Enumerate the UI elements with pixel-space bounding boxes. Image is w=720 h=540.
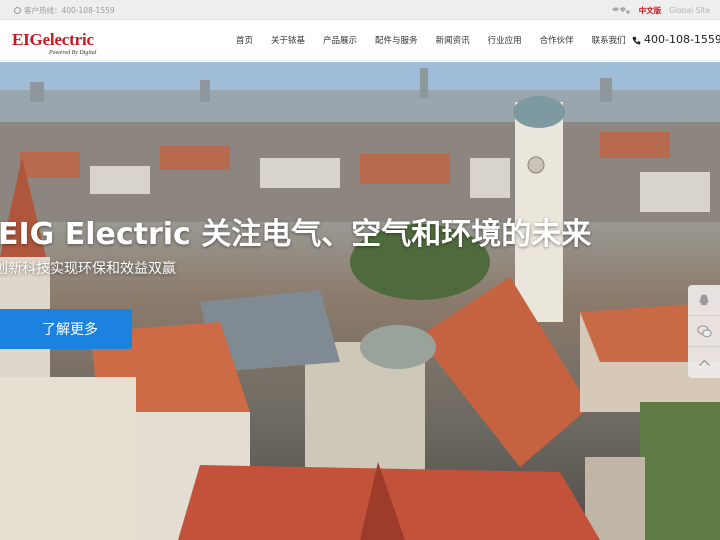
hero-banner: EIG Electric 关注电气、空气和环境的未来 创新科技实现环保和效益双赢… (0, 62, 720, 540)
wechat-widget[interactable] (688, 316, 720, 347)
hotline: 客户热线：400-108-1559 (14, 5, 115, 16)
lang-cn-link[interactable]: 中文版 (639, 5, 662, 16)
language-switcher: 中文版 Global Site (611, 5, 710, 16)
nav-item-contact[interactable]: 联系我们 (592, 34, 626, 46)
lang-en-link[interactable]: Global Site (669, 6, 710, 15)
world-map-icon (611, 6, 631, 15)
nav-item-about[interactable]: 关于铱基 (271, 34, 305, 46)
qq-icon (699, 294, 709, 306)
city-skyline-image (0, 62, 720, 540)
header-phone-number: 400-108-1559 (644, 33, 720, 46)
nav-item-service[interactable]: 配件与服务 (375, 34, 418, 46)
back-to-top-widget[interactable] (688, 347, 720, 378)
nav-item-home[interactable]: 首页 (236, 34, 253, 46)
logo-tagline: Powered By Digital (49, 50, 97, 56)
header-phone: 400-108-1559 (632, 33, 720, 46)
hotline-text: 客户热线：400-108-1559 (24, 6, 115, 15)
telephone-icon (632, 35, 641, 45)
nav-item-products[interactable]: 产品展示 (323, 34, 357, 46)
logo-text: EIGelectric (12, 30, 94, 49)
chevron-up-icon (698, 359, 710, 366)
nav-item-news[interactable]: 新闻资讯 (436, 34, 470, 46)
qq-widget[interactable] (688, 285, 720, 316)
nav-item-applications[interactable]: 行业应用 (488, 34, 522, 46)
site-header: EIGelectric Powered By Digital 首页 关于铱基 产… (0, 20, 720, 61)
phone-icon (14, 7, 21, 14)
hero-subline: 创新科技实现环保和效益双赢 (0, 261, 176, 277)
wechat-icon (696, 324, 712, 337)
nav-item-partners[interactable]: 合作伙伴 (540, 34, 574, 46)
main-nav: 首页 关于铱基 产品展示 配件与服务 新闻资讯 行业应用 合作伙伴 联系我们 (236, 34, 626, 46)
hero-headline: EIG Electric 关注电气、空气和环境的未来 (0, 217, 592, 252)
learn-more-button[interactable]: 了解更多 (0, 309, 132, 349)
logo[interactable]: EIGelectric Powered By Digital (12, 30, 96, 56)
side-floating-toolbar (688, 285, 720, 378)
top-bar: 客户热线：400-108-1559 中文版 Global Site (0, 0, 720, 20)
